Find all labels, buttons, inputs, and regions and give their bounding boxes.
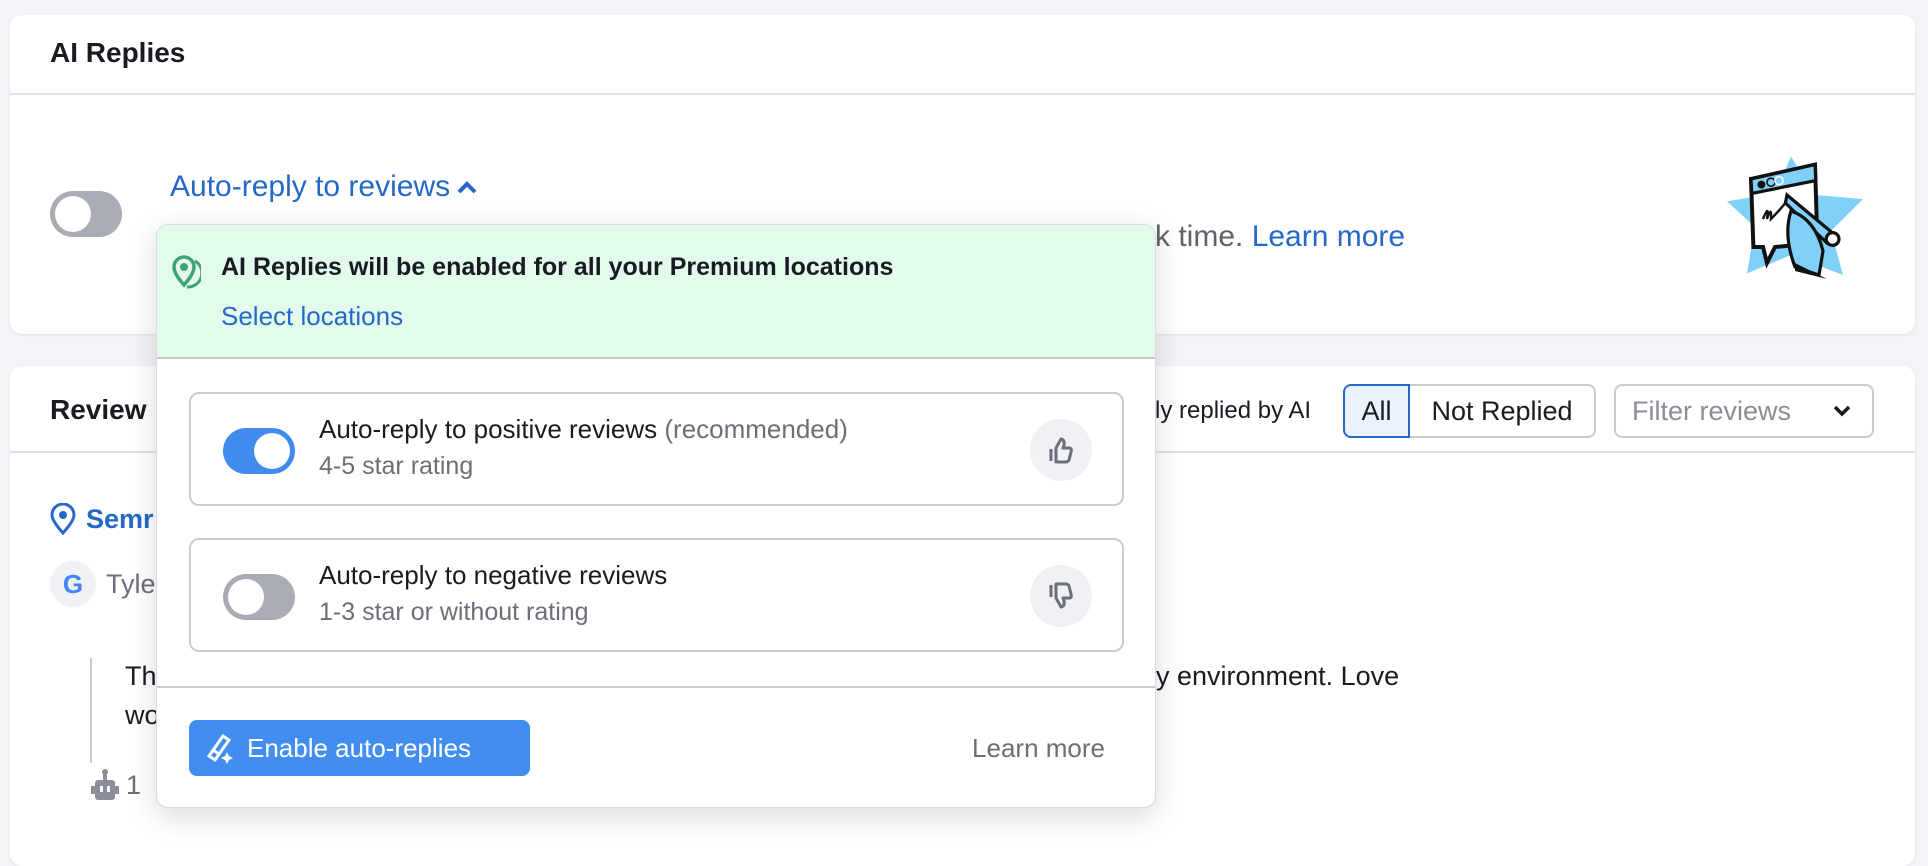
enable-auto-replies-label: Enable auto-replies [247, 732, 472, 763]
replied-filter-label: ly replied by AI [1155, 397, 1312, 424]
ai-reply-count: 1 [90, 768, 141, 802]
option-subtitle: 1-3 star or without rating [319, 598, 589, 626]
enable-auto-replies-button[interactable]: Enable auto-replies [189, 720, 530, 776]
segment-not-replied[interactable]: Not Replied [1410, 384, 1596, 438]
review-quote-bar [90, 658, 92, 763]
auto-reply-link-label: Auto-reply to reviews [170, 170, 451, 203]
divider [10, 93, 1915, 95]
segment-all[interactable]: All [1343, 384, 1410, 438]
positive-reviews-toggle[interactable] [223, 428, 295, 474]
location[interactable]: Semr [50, 503, 154, 535]
reviews-title: Review [50, 394, 147, 425]
toggle-knob [228, 579, 264, 615]
premium-banner: AI Replies will be enabled for all your … [157, 225, 1155, 359]
segment-not-replied-label: Not Replied [1431, 395, 1573, 426]
thumbs-down-icon [1030, 565, 1092, 627]
footer-divider [157, 686, 1155, 688]
banner-text: AI Replies will be enabled for all your … [221, 253, 894, 281]
thumbs-up-icon [1030, 419, 1092, 481]
google-icon: G [50, 561, 96, 607]
negative-reviews-toggle[interactable] [223, 574, 295, 620]
review-text-right-1: y environment. Love [1156, 661, 1400, 691]
option-subtitle: 4-5 star rating [319, 452, 474, 480]
option-positive-reviews[interactable]: Auto-reply to positive reviews (recommen… [189, 392, 1124, 506]
author-name: Tyle [106, 568, 156, 599]
author-row: G Tyle [50, 561, 156, 607]
select-locations-link[interactable]: Select locations [221, 301, 403, 332]
filter-reviews-placeholder: Filter reviews [1632, 395, 1792, 426]
filter-reviews-dropdown[interactable]: Filter reviews [1614, 384, 1874, 438]
review-text-left-1: Th [125, 661, 157, 691]
ai-replies-title: AI Replies [50, 37, 186, 68]
robot-icon [91, 769, 119, 800]
location-pin-icon [50, 503, 76, 535]
chevron-down-icon [1833, 405, 1851, 417]
review-text-left-2: wo [125, 700, 160, 730]
learn-more-link[interactable]: Learn more [1252, 220, 1405, 253]
description-text: rk time. [1145, 220, 1244, 253]
auto-reply-toggle[interactable] [50, 191, 122, 237]
description: rk time. Learn more [1145, 220, 1405, 254]
segment-all-label: All [1361, 395, 1392, 426]
option-note: (recommended) [664, 414, 848, 444]
option-title: Auto-reply to negative reviews [319, 560, 668, 590]
option-negative-reviews[interactable]: Auto-reply to negative reviews 1-3 star … [189, 538, 1124, 652]
option-title: Auto-reply to positive reviews (recommen… [319, 414, 848, 445]
ai-reply-count-value: 1 [126, 769, 142, 800]
magic-wand-icon [206, 733, 233, 764]
popup-learn-more-link[interactable]: Learn more [972, 733, 1105, 764]
toggle-knob [55, 196, 91, 232]
toggle-knob [254, 433, 290, 469]
writing-hand-illustration [1727, 156, 1863, 279]
option-title-text: Auto-reply to positive reviews [319, 414, 658, 444]
chevron-up-icon [457, 181, 477, 194]
location-pin-icon [172, 255, 201, 289]
auto-reply-link[interactable]: Auto-reply to reviews [170, 170, 478, 204]
auto-reply-popover: AI Replies will be enabled for all your … [156, 224, 1156, 808]
location-name: Semr [86, 503, 154, 534]
